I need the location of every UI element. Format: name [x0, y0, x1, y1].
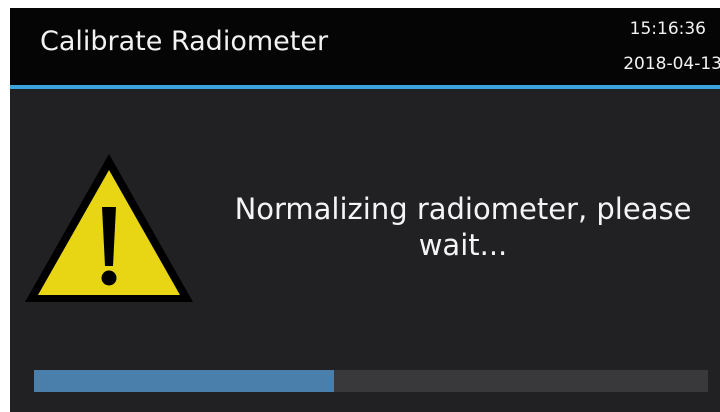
- status-message: Normalizing radiometer, please wait...: [234, 192, 692, 262]
- calibration-screen: Calibrate Radiometer 15:16:36 2018-04-13…: [10, 8, 720, 412]
- clock-date: 2018-04-13: [623, 54, 720, 74]
- progress-bar-fill: [34, 370, 334, 392]
- header-divider: [10, 85, 720, 89]
- page-title: Calibrate Radiometer: [40, 26, 329, 57]
- warning-triangle-icon: [25, 154, 193, 302]
- clock-time: 15:16:36: [629, 19, 706, 39]
- exclamation-dot: [101, 270, 117, 286]
- title-bar: Calibrate Radiometer 15:16:36 2018-04-13: [10, 8, 720, 85]
- progress-bar: [34, 370, 708, 392]
